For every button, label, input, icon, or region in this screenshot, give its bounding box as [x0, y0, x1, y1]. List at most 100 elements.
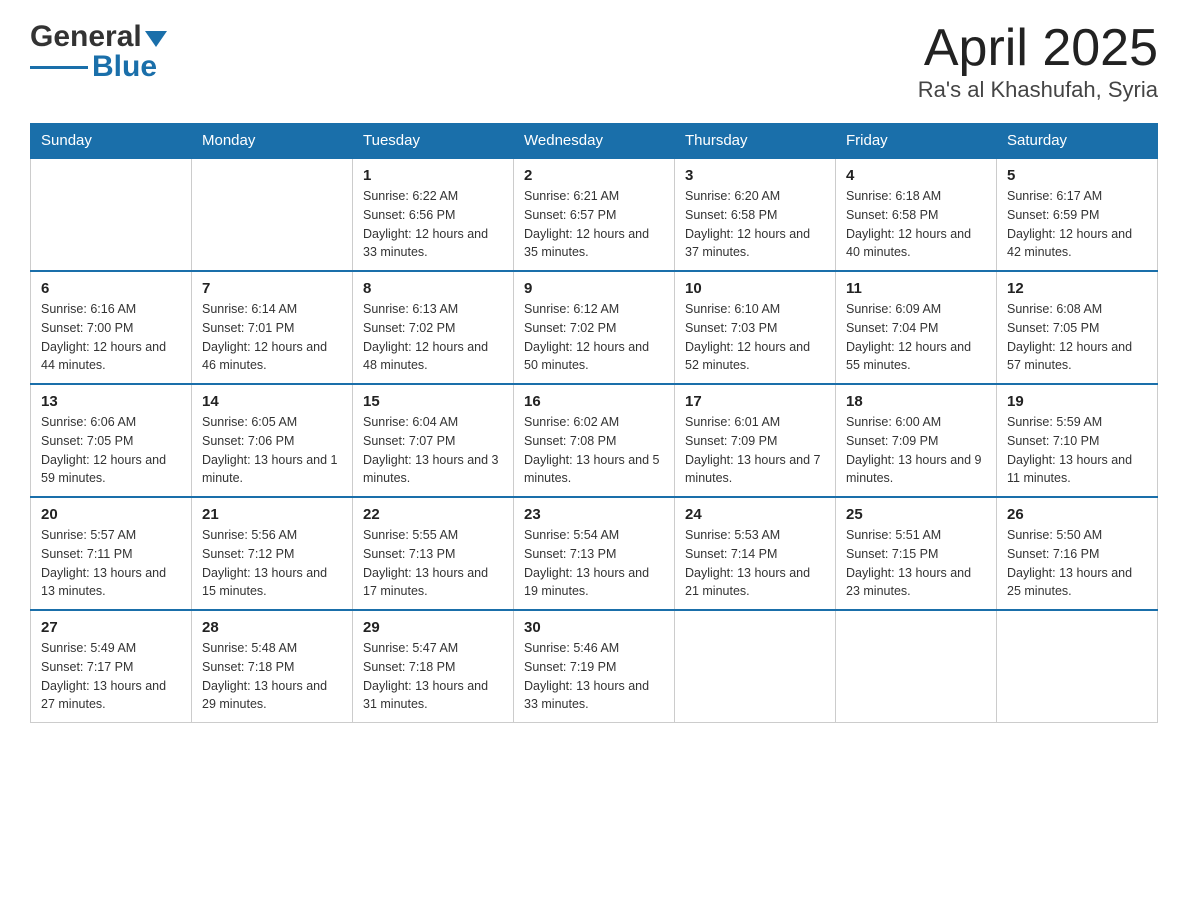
calendar-cell: 29 Sunrise: 5:47 AMSunset: 7:18 PMDayligh… [353, 610, 514, 723]
page-subtitle: Ra's al Khashufah, Syria [918, 77, 1158, 103]
calendar-cell: 2 Sunrise: 6:21 AMSunset: 6:57 PMDaylight… [514, 158, 675, 271]
calendar-cell: 21Sunrise: 5:56 AMSunset: 7:12 PMDayligh… [192, 497, 353, 610]
calendar-cell: 10 Sunrise: 6:10 AMSunset: 7:03 PMDayligh… [675, 271, 836, 384]
day-number: 14 [202, 393, 342, 410]
calendar-cell: 14 Sunrise: 6:05 AMSunset: 7:06 PMDayligh… [192, 384, 353, 497]
title-block: April 2025 Ra's al Khashufah, Syria [918, 20, 1158, 103]
page-title: April 2025 [918, 20, 1158, 77]
calendar-cell: 15Sunrise: 6:04 AMSunset: 7:07 PMDayligh… [353, 384, 514, 497]
calendar-cell: 13 Sunrise: 6:06 AMSunset: 7:05 PMDayligh… [31, 384, 192, 497]
day-info: Sunrise: 6:21 AMSunset: 6:57 PMDaylight:… [524, 187, 664, 262]
day-number: 13 [41, 393, 181, 410]
day-number: 17 [685, 393, 825, 410]
day-number: 6 [41, 280, 181, 297]
col-wednesday: Wednesday [514, 124, 675, 159]
day-info: Sunrise: 5:59 AMSunset: 7:10 PMDaylight:… [1007, 413, 1147, 488]
day-number: 30 [524, 619, 664, 636]
calendar-cell: 19 Sunrise: 5:59 AMSunset: 7:10 PMDayligh… [997, 384, 1158, 497]
day-number: 15 [363, 393, 503, 410]
day-number: 20 [41, 506, 181, 523]
col-saturday: Saturday [997, 124, 1158, 159]
day-info: Sunrise: 6:00 AMSunset: 7:09 PMDaylight:… [846, 413, 986, 488]
calendar-header-row: Sunday Monday Tuesday Wednesday Thursday… [31, 124, 1158, 159]
calendar-table: Sunday Monday Tuesday Wednesday Thursday… [30, 123, 1158, 723]
day-info: Sunrise: 5:51 AMSunset: 7:15 PMDaylight:… [846, 526, 986, 601]
day-info: Sunrise: 6:16 AMSunset: 7:00 PMDaylight:… [41, 300, 181, 375]
calendar-cell [31, 158, 192, 271]
day-info: Sunrise: 6:13 AMSunset: 7:02 PMDaylight:… [363, 300, 503, 375]
day-number: 21 [202, 506, 342, 523]
logo-line [30, 66, 88, 69]
day-number: 29 [363, 619, 503, 636]
col-friday: Friday [836, 124, 997, 159]
calendar-cell: 18Sunrise: 6:00 AMSunset: 7:09 PMDayligh… [836, 384, 997, 497]
calendar-cell [675, 610, 836, 723]
day-number: 9 [524, 280, 664, 297]
day-number: 12 [1007, 280, 1147, 297]
day-info: Sunrise: 5:46 AMSunset: 7:19 PMDaylight:… [524, 639, 664, 714]
calendar-cell: 12 Sunrise: 6:08 AMSunset: 7:05 PMDayligh… [997, 271, 1158, 384]
day-number: 11 [846, 280, 986, 297]
calendar-cell: 8 Sunrise: 6:13 AMSunset: 7:02 PMDaylight… [353, 271, 514, 384]
calendar-cell: 3Sunrise: 6:20 AMSunset: 6:58 PMDaylight… [675, 158, 836, 271]
day-info: Sunrise: 6:09 AMSunset: 7:04 PMDaylight:… [846, 300, 986, 375]
page-header: General Blue April 2025 Ra's al Khashufa… [30, 20, 1158, 103]
day-number: 4 [846, 167, 986, 184]
logo-general: General [30, 20, 142, 54]
day-info: Sunrise: 6:22 AMSunset: 6:56 PMDaylight:… [363, 187, 503, 262]
day-number: 16 [524, 393, 664, 410]
calendar-cell: 24Sunrise: 5:53 AMSunset: 7:14 PMDayligh… [675, 497, 836, 610]
day-info: Sunrise: 5:47 AMSunset: 7:18 PMDaylight:… [363, 639, 503, 714]
day-info: Sunrise: 6:18 AMSunset: 6:58 PMDaylight:… [846, 187, 986, 262]
calendar-week-2: 6 Sunrise: 6:16 AMSunset: 7:00 PMDaylight… [31, 271, 1158, 384]
calendar-week-1: 1Sunrise: 6:22 AMSunset: 6:56 PMDaylight… [31, 158, 1158, 271]
calendar-cell: 30 Sunrise: 5:46 AMSunset: 7:19 PMDayligh… [514, 610, 675, 723]
day-info: Sunrise: 6:06 AMSunset: 7:05 PMDaylight:… [41, 413, 181, 488]
day-number: 28 [202, 619, 342, 636]
calendar-cell: 5 Sunrise: 6:17 AMSunset: 6:59 PMDaylight… [997, 158, 1158, 271]
calendar-cell: 1Sunrise: 6:22 AMSunset: 6:56 PMDaylight… [353, 158, 514, 271]
day-number: 2 [524, 167, 664, 184]
day-info: Sunrise: 6:05 AMSunset: 7:06 PMDaylight:… [202, 413, 342, 488]
col-thursday: Thursday [675, 124, 836, 159]
calendar-cell [836, 610, 997, 723]
day-number: 3 [685, 167, 825, 184]
calendar-cell: 23Sunrise: 5:54 AMSunset: 7:13 PMDayligh… [514, 497, 675, 610]
calendar-cell: 9 Sunrise: 6:12 AMSunset: 7:02 PMDaylight… [514, 271, 675, 384]
day-number: 7 [202, 280, 342, 297]
calendar-cell: 4 Sunrise: 6:18 AMSunset: 6:58 PMDaylight… [836, 158, 997, 271]
day-info: Sunrise: 5:49 AMSunset: 7:17 PMDaylight:… [41, 639, 181, 714]
col-monday: Monday [192, 124, 353, 159]
calendar-cell: 16Sunrise: 6:02 AMSunset: 7:08 PMDayligh… [514, 384, 675, 497]
day-info: Sunrise: 5:48 AMSunset: 7:18 PMDaylight:… [202, 639, 342, 714]
calendar-cell [192, 158, 353, 271]
day-number: 27 [41, 619, 181, 636]
calendar-week-4: 20 Sunrise: 5:57 AMSunset: 7:11 PMDayligh… [31, 497, 1158, 610]
day-info: Sunrise: 6:08 AMSunset: 7:05 PMDaylight:… [1007, 300, 1147, 375]
day-number: 22 [363, 506, 503, 523]
day-info: Sunrise: 5:57 AMSunset: 7:11 PMDaylight:… [41, 526, 181, 601]
day-number: 5 [1007, 167, 1147, 184]
calendar-week-5: 27 Sunrise: 5:49 AMSunset: 7:17 PMDayligh… [31, 610, 1158, 723]
col-sunday: Sunday [31, 124, 192, 159]
calendar-week-3: 13 Sunrise: 6:06 AMSunset: 7:05 PMDayligh… [31, 384, 1158, 497]
day-info: Sunrise: 6:17 AMSunset: 6:59 PMDaylight:… [1007, 187, 1147, 262]
day-info: Sunrise: 6:14 AMSunset: 7:01 PMDaylight:… [202, 300, 342, 375]
day-info: Sunrise: 5:55 AMSunset: 7:13 PMDaylight:… [363, 526, 503, 601]
day-number: 8 [363, 280, 503, 297]
day-info: Sunrise: 5:54 AMSunset: 7:13 PMDaylight:… [524, 526, 664, 601]
day-number: 25 [846, 506, 986, 523]
calendar-cell: 22 Sunrise: 5:55 AMSunset: 7:13 PMDayligh… [353, 497, 514, 610]
day-number: 10 [685, 280, 825, 297]
calendar-cell: 28 Sunrise: 5:48 AMSunset: 7:18 PMDayligh… [192, 610, 353, 723]
calendar-cell: 27 Sunrise: 5:49 AMSunset: 7:17 PMDayligh… [31, 610, 192, 723]
calendar-cell: 26Sunrise: 5:50 AMSunset: 7:16 PMDayligh… [997, 497, 1158, 610]
calendar-cell: 20 Sunrise: 5:57 AMSunset: 7:11 PMDayligh… [31, 497, 192, 610]
day-info: Sunrise: 6:01 AMSunset: 7:09 PMDaylight:… [685, 413, 825, 488]
day-info: Sunrise: 5:53 AMSunset: 7:14 PMDaylight:… [685, 526, 825, 601]
day-info: Sunrise: 6:12 AMSunset: 7:02 PMDaylight:… [524, 300, 664, 375]
col-tuesday: Tuesday [353, 124, 514, 159]
logo: General Blue [30, 20, 167, 84]
day-info: Sunrise: 6:10 AMSunset: 7:03 PMDaylight:… [685, 300, 825, 375]
day-number: 19 [1007, 393, 1147, 410]
